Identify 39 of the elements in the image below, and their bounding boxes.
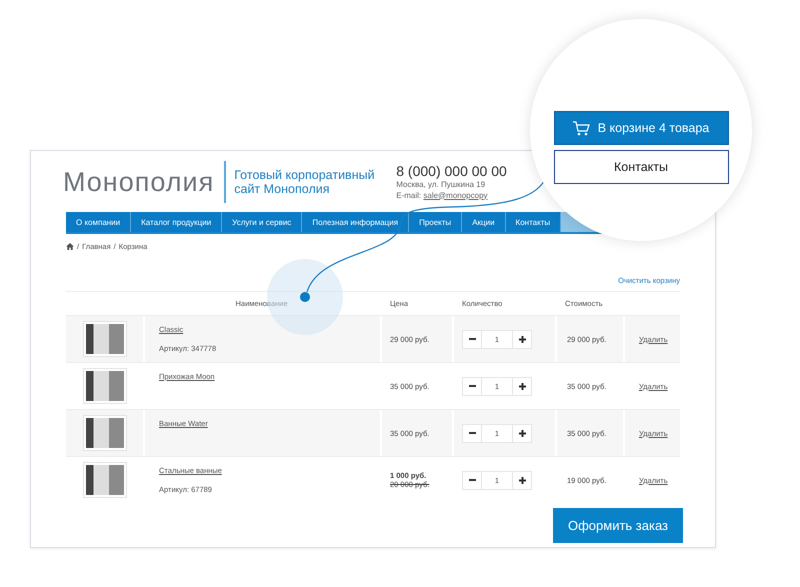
home-icon[interactable] [66, 243, 74, 250]
nav-item[interactable]: Контакты [506, 212, 562, 232]
nav-item[interactable]: Акции [462, 212, 506, 232]
plus-icon [518, 476, 526, 484]
nav-item[interactable]: Полезная информация [302, 212, 410, 232]
minus-icon [468, 385, 476, 387]
minus-icon [468, 432, 476, 434]
increase-button[interactable] [512, 470, 532, 490]
decrease-button[interactable] [462, 330, 482, 348]
address: Москва, ул. Пушкина 19 [396, 179, 486, 190]
product-photo-placeholder [84, 463, 126, 497]
plus-icon [518, 430, 526, 436]
email-link[interactable]: sale@monopcopy [423, 190, 488, 200]
cart-button[interactable]: В корзине 4 товара [554, 111, 728, 145]
decrease-button[interactable] [462, 470, 482, 490]
nav-item[interactable]: Проекты [409, 212, 462, 232]
increase-button[interactable] [512, 376, 532, 396]
product-photo-placeholder [84, 369, 126, 403]
cart-icon [572, 120, 590, 136]
email-label: E-mail: [396, 190, 422, 200]
product-photo-placeholder [84, 416, 126, 450]
product-photo-placeholder [84, 322, 126, 356]
logo: Монополия [63, 160, 226, 202]
decrease-button[interactable] [462, 376, 482, 396]
decrease-button[interactable] [462, 424, 482, 442]
nav-item[interactable]: Услуги и сервис [222, 212, 302, 232]
phone-number: 8 (000) 000 00 00 [396, 162, 507, 178]
nav-item[interactable]: О компании [66, 212, 132, 232]
minus-icon [468, 338, 476, 340]
plus-icon [518, 382, 526, 390]
increase-button[interactable] [512, 424, 532, 442]
contacts-button[interactable]: Контакты [554, 150, 728, 184]
plus-icon [518, 336, 526, 342]
increase-button[interactable] [512, 330, 532, 348]
minus-icon [468, 479, 476, 481]
checkout-button[interactable]: Оформить заказ [553, 508, 683, 543]
pointer-dot [300, 292, 310, 302]
nav-item[interactable]: Каталог продукции [131, 212, 222, 232]
tagline: Готовый корпоративный сайт Монополия [234, 168, 376, 196]
